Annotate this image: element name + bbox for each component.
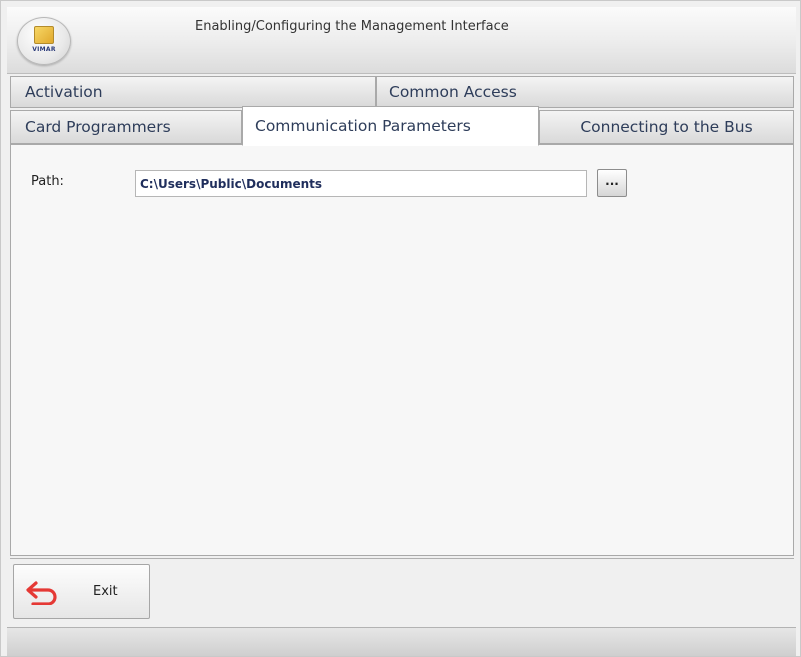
logo-mark-icon — [34, 26, 54, 44]
logo-brand-text: VIMAR — [32, 46, 56, 53]
tab-label: Common Access — [389, 83, 517, 101]
tab-communication-parameters[interactable]: Communication Parameters — [242, 106, 539, 146]
vimar-logo: VIMAR — [17, 17, 71, 65]
browse-button[interactable]: ... — [597, 169, 627, 197]
tab-activation[interactable]: Activation — [10, 76, 376, 108]
title-bar: VIMAR Enabling/Configuring the Managemen… — [7, 7, 796, 74]
tab-content-panel: Path: ... — [10, 144, 794, 556]
tab-label: Communication Parameters — [255, 117, 471, 135]
tab-connecting-to-the-bus[interactable]: Connecting to the Bus — [539, 110, 794, 144]
exit-label: Exit — [93, 584, 118, 599]
tab-common-access[interactable]: Common Access — [376, 76, 794, 108]
path-label: Path: — [31, 174, 64, 189]
bottom-separator — [10, 558, 794, 559]
exit-button[interactable]: Exit — [13, 564, 150, 619]
path-input[interactable] — [135, 170, 587, 197]
tab-label: Activation — [25, 83, 103, 101]
tab-label: Connecting to the Bus — [580, 118, 753, 136]
application-window: VIMAR Enabling/Configuring the Managemen… — [0, 0, 801, 657]
window-title: Enabling/Configuring the Management Inte… — [195, 19, 509, 34]
tab-card-programmers[interactable]: Card Programmers — [10, 110, 242, 144]
undo-arrow-icon — [26, 581, 57, 605]
status-bar — [7, 627, 796, 656]
tab-label: Card Programmers — [25, 118, 171, 136]
